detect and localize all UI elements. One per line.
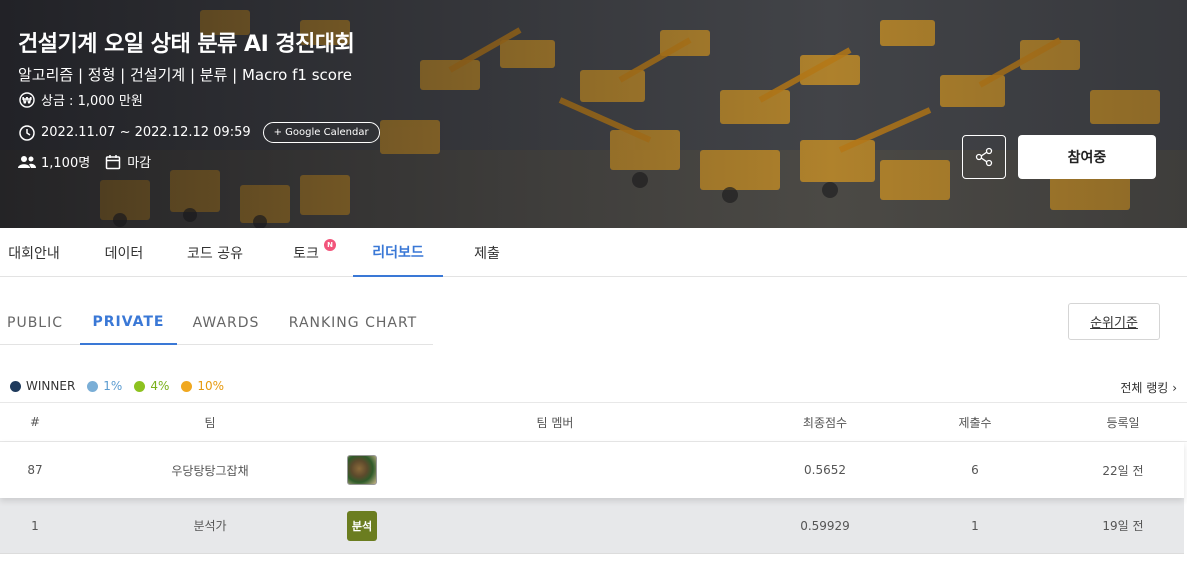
header-rank: #	[29, 415, 41, 429]
row-rank: 87	[27, 463, 43, 477]
clock-icon	[18, 124, 36, 142]
competition-nav-tabs: 대회안내 데이터 코드 공유 토크 N 리더보드 제출	[0, 228, 1187, 277]
header-members: 팀 멤버	[536, 415, 574, 430]
competition-tags: 알고리즘 | 정형 | 건설기계 | 분류 | Macro f1 score	[18, 66, 353, 84]
tab-overview[interactable]: 대회안내	[0, 228, 68, 277]
join-button[interactable]: 참여중	[1018, 135, 1156, 179]
row-score: 0.59929	[800, 518, 850, 533]
period-text: 2022.11.07 ~ 2022.12.12 09:59	[41, 125, 251, 140]
header-score: 최종점수	[802, 415, 848, 430]
avatar-image	[347, 455, 377, 485]
member-avatar[interactable]: 분석	[346, 498, 378, 553]
tab-submit[interactable]: 제출	[462, 228, 512, 277]
chevron-right-icon: ›	[1172, 381, 1177, 395]
winner-dot-icon	[10, 380, 21, 392]
row-date: 19일 전	[1102, 519, 1144, 533]
header-submissions: 제출수	[958, 415, 992, 430]
competition-status: 마감	[127, 156, 152, 171]
tier-legend: WINNER 1% 4% 10%	[10, 379, 236, 393]
tab-awards[interactable]: AWARDS	[186, 300, 266, 345]
row-team-name[interactable]: 우당탕탕그잡채	[70, 442, 350, 498]
tab-data[interactable]: 데이터	[92, 228, 156, 277]
competition-hero: 건설기계 오일 상태 분류 AI 경진대회 알고리즘 | 정형 | 건설기계 |…	[0, 0, 1187, 228]
tab-public[interactable]: PUBLIC	[0, 300, 70, 345]
legend-winner: WINNER	[10, 379, 75, 393]
row-submissions: 6	[971, 463, 979, 477]
legend-top-1: 1%	[87, 379, 122, 393]
legend-top-10: 10%	[181, 379, 224, 393]
leaderboard-header: # 팀 팀 멤버 최종점수 제출수 등록일	[0, 402, 1187, 442]
share-icon	[975, 147, 993, 167]
table-row-my-team[interactable]: 87 우당탕탕그잡채 0.5652 6 22일 전	[0, 442, 1184, 498]
competition-title: 건설기계 오일 상태 분류 AI 경진대회	[18, 32, 355, 57]
people-icon	[18, 153, 36, 171]
header-team: 팀	[204, 415, 216, 430]
tab-leaderboard[interactable]: 리더보드	[353, 228, 443, 277]
participants-info: 1,100명 마감	[18, 152, 151, 171]
period-info: 2022.11.07 ~ 2022.12.12 09:59 + Google C…	[18, 122, 380, 143]
prize-info: ₩ 상금 : 1,000 만원	[18, 90, 143, 109]
row-score: 0.5652	[804, 463, 846, 477]
top10-dot-icon	[181, 380, 193, 392]
tab-private[interactable]: PRIVATE	[80, 300, 177, 345]
share-button[interactable]	[962, 135, 1006, 179]
tab-talk[interactable]: 토크	[282, 228, 330, 277]
top1-dot-icon	[87, 380, 99, 392]
row-rank: 1	[31, 518, 39, 533]
legend-top-4: 4%	[134, 379, 169, 393]
google-calendar-button[interactable]: + Google Calendar	[262, 122, 380, 143]
top4-dot-icon	[134, 380, 146, 392]
leaderboard-sub-tabs: PUBLIC PRIVATE AWARDS RANKING CHART	[0, 300, 433, 345]
ranking-criteria-button[interactable]: 순위기준	[1068, 303, 1160, 340]
participant-count: 1,100명	[41, 156, 91, 171]
tab-code-share[interactable]: 코드 공유	[176, 228, 254, 277]
calendar-icon	[104, 153, 122, 171]
table-row[interactable]: 1 분석가 분석 0.59929 1 19일 전	[0, 498, 1184, 554]
row-submissions: 1	[971, 518, 979, 533]
new-badge: N	[324, 239, 336, 251]
row-team-name[interactable]: 분석가	[70, 498, 350, 553]
tab-ranking-chart[interactable]: RANKING CHART	[280, 300, 426, 345]
svg-text:₩: ₩	[22, 96, 32, 106]
member-avatar[interactable]	[346, 442, 378, 498]
avatar-text: 분석	[347, 510, 377, 541]
won-coin-icon: ₩	[18, 91, 36, 109]
header-date: 등록일	[1106, 415, 1140, 430]
row-date: 22일 전	[1102, 463, 1144, 478]
full-ranking-link[interactable]: 전체 랭킹 ›	[1120, 379, 1177, 396]
prize-text: 상금 : 1,000 만원	[41, 94, 143, 109]
